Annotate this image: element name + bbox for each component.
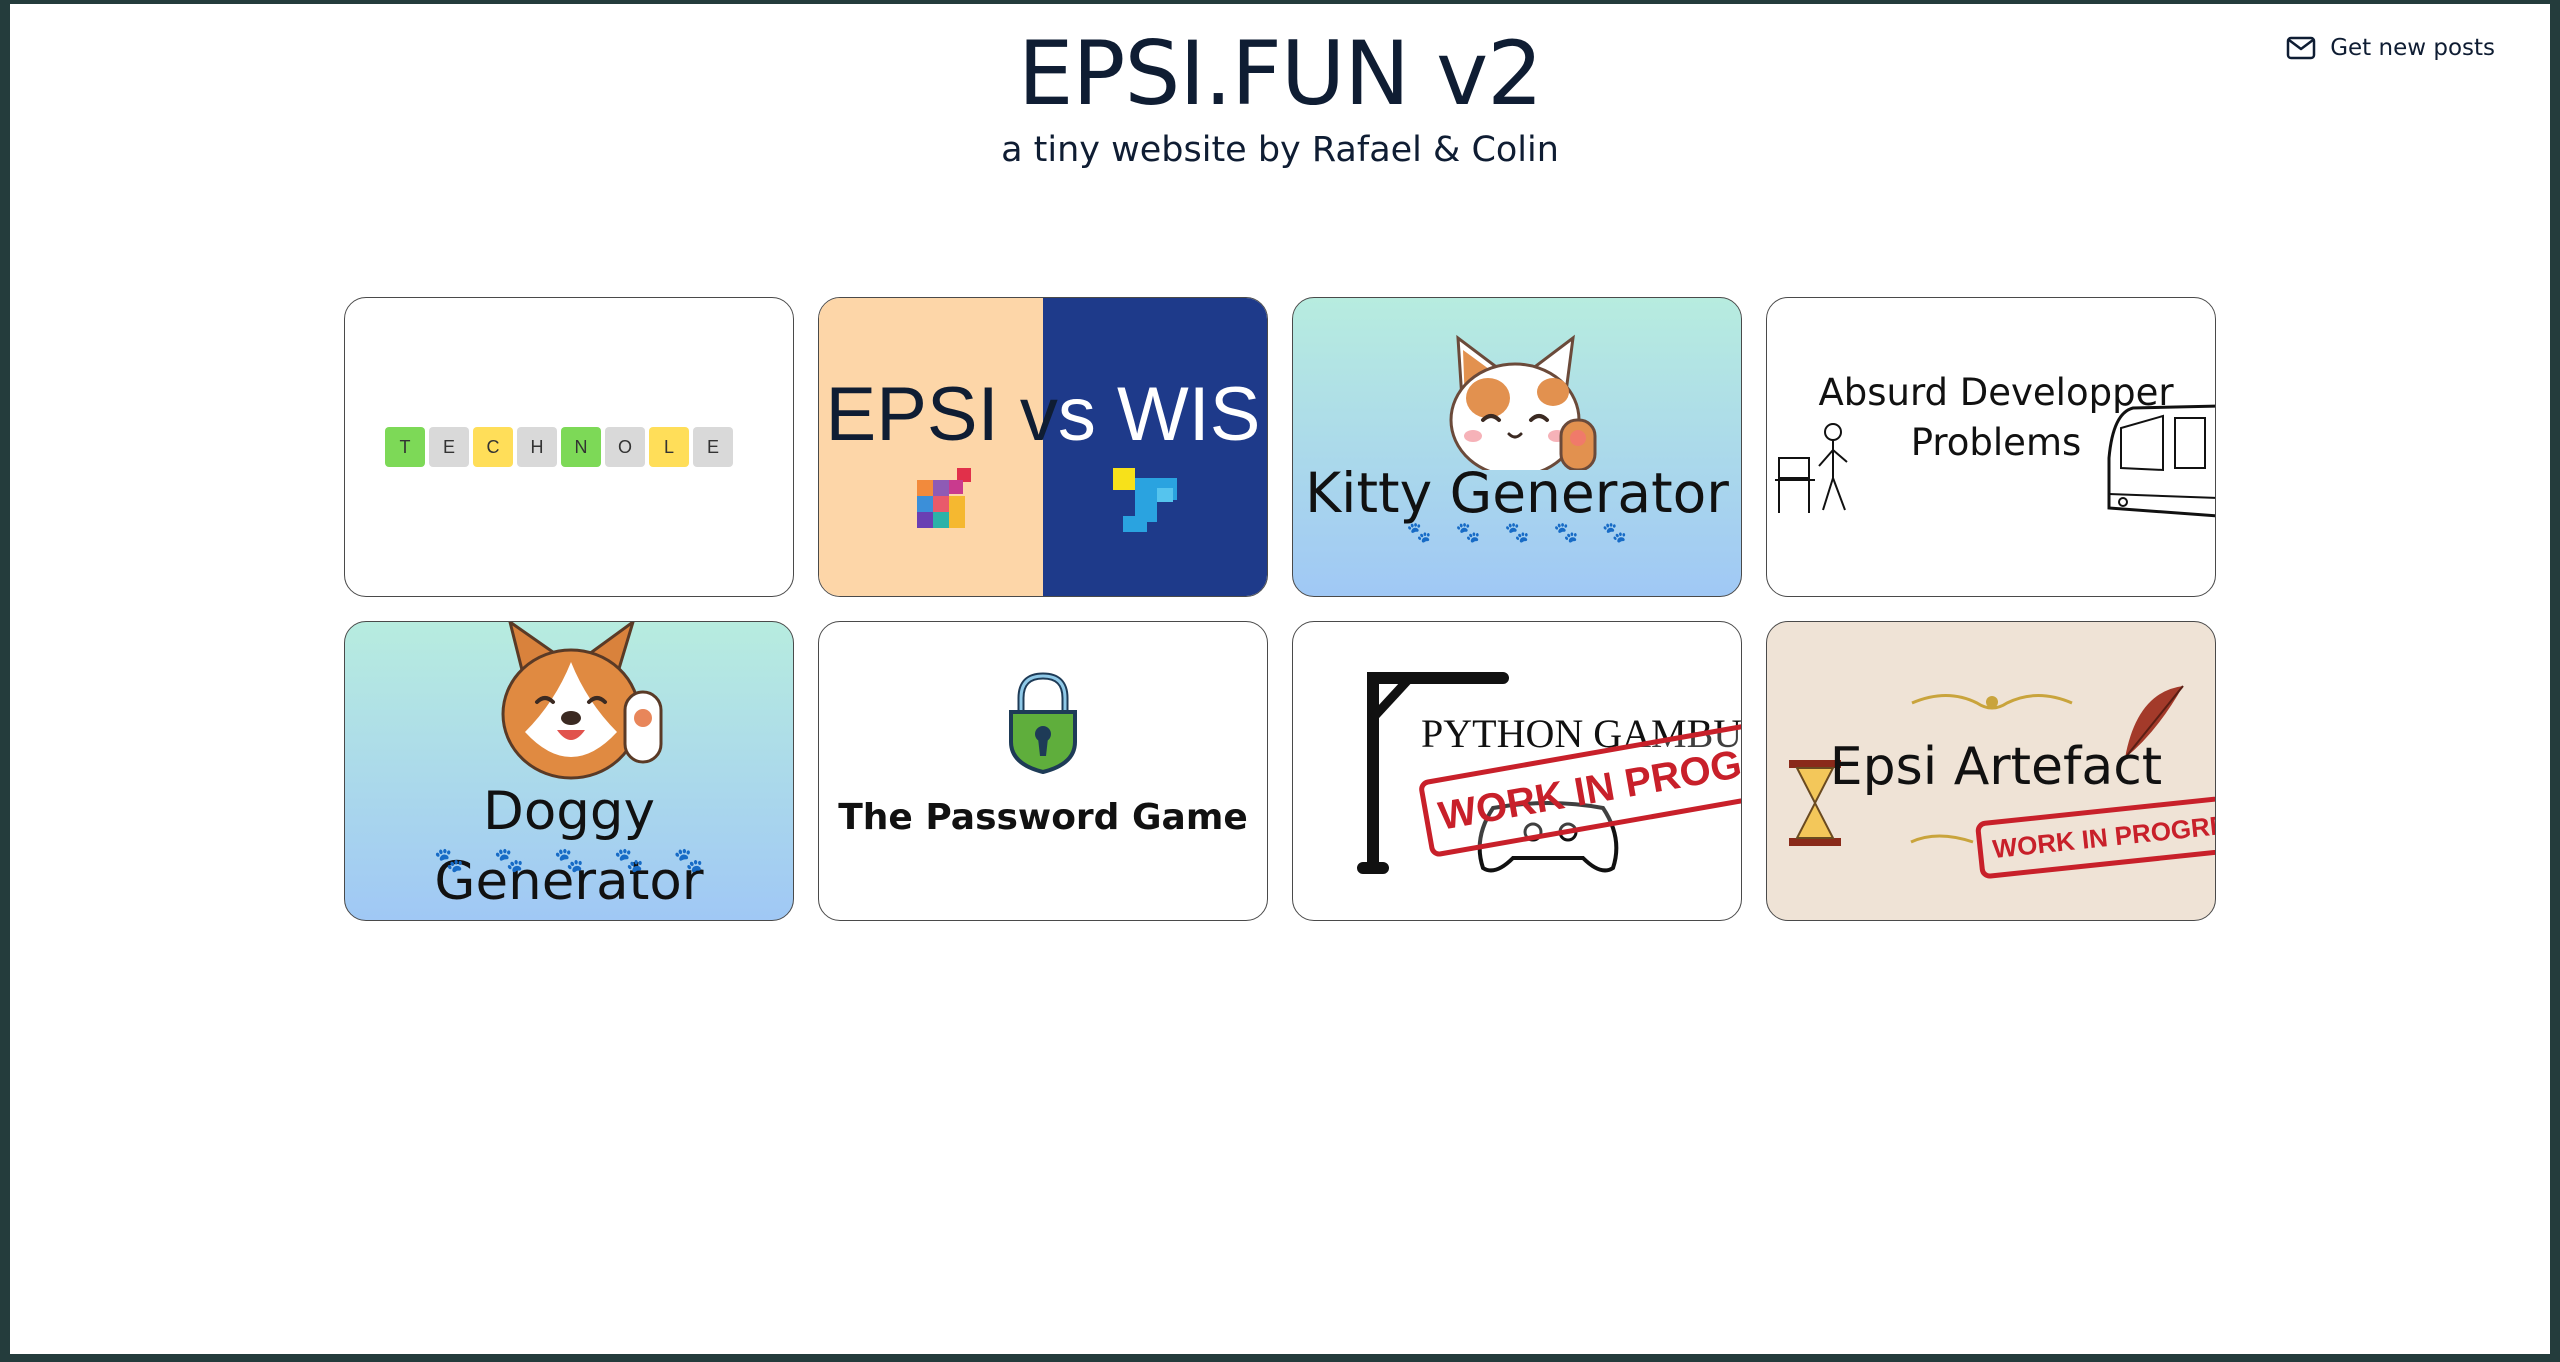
card-absurd-developper-problems[interactable]: Absurd Developper Problems (1766, 297, 2216, 597)
paw-icon: 🐾 (1602, 520, 1628, 544)
ornament-icon (1910, 834, 1974, 844)
site-title: EPSI.FUN v2 (1017, 22, 1543, 125)
paw-icon: 🐾 (1504, 520, 1530, 544)
technole-tile: O (605, 427, 645, 467)
paw-prints: 🐾 🐾 🐾 🐾 🐾 (1293, 520, 1741, 544)
get-new-posts-link[interactable]: Get new posts (2286, 30, 2495, 66)
epsi-artefact-label: Epsi Artefact (1829, 737, 2163, 797)
paw-icon: 🐾 (613, 846, 644, 874)
tram-sketch-icon (2107, 404, 2215, 518)
technole-tile: T (385, 427, 425, 467)
technole-tile: E (693, 427, 733, 467)
project-grid: T E C H N O L E EPSI vs WIS Kitty Genera… (344, 297, 2218, 921)
paw-icon: 🐾 (554, 846, 584, 874)
paw-prints: 🐾 🐾 🐾 🐾 🐾 (345, 846, 793, 874)
ornament-icon (1911, 694, 2073, 710)
card-technole[interactable]: T E C H N O L E (344, 297, 794, 597)
password-game-label: The Password Game (838, 797, 1248, 838)
get-new-posts-label: Get new posts (2330, 35, 2495, 61)
kitty-generator-label: Kitty Generator (1305, 461, 1729, 525)
paw-icon: 🐾 (1406, 520, 1432, 544)
work-in-progress-stamp: WORK IN PROGRESS (1974, 790, 2215, 880)
paw-icon: 🐾 (434, 846, 465, 874)
card-epsi-vs-wis[interactable]: EPSI vs WIS (818, 297, 1268, 597)
paw-icon: 🐾 (673, 846, 704, 874)
page: EPSI.FUN v2 a tiny website by Rafael & C… (10, 4, 2550, 1354)
technole-tile: L (649, 427, 689, 467)
epsi-logo-icon (917, 468, 971, 528)
paw-icon: 🐾 (1553, 520, 1579, 544)
cat-illustration-icon (1449, 334, 1597, 470)
paw-icon: 🐾 (1455, 520, 1481, 544)
technole-tile: N (561, 427, 601, 467)
card-kitty-generator[interactable]: Kitty Generator 🐾 🐾 🐾 🐾 🐾 (1292, 297, 1742, 597)
dog-illustration-icon (501, 622, 663, 780)
epsi-vs-wis-title: EPSI vs WIS (825, 372, 1261, 457)
site-subtitle: a tiny website by Rafael & Colin (1001, 130, 1559, 170)
padlock-icon (1009, 672, 1077, 774)
card-password-game[interactable]: The Password Game (818, 621, 1268, 921)
mail-icon (2286, 36, 2316, 60)
card-epsi-artefact[interactable]: Epsi Artefact WORK IN PROGRESS (1766, 621, 2216, 921)
technole-tile: H (517, 427, 557, 467)
technole-tile: C (473, 427, 513, 467)
paw-icon: 🐾 (494, 846, 525, 874)
developer-sketch-icon (1775, 423, 1848, 513)
card-python-game[interactable]: PYTHON GAMBU WORK IN PROGRESS (1292, 621, 1742, 921)
technole-tiles: T E C H N O L E (385, 427, 733, 467)
technole-tile: E (429, 427, 469, 467)
card-doggy-generator[interactable]: Doggy Generator 🐾 🐾 🐾 🐾 🐾 (344, 621, 794, 921)
wis-logo-icon (1113, 468, 1177, 532)
